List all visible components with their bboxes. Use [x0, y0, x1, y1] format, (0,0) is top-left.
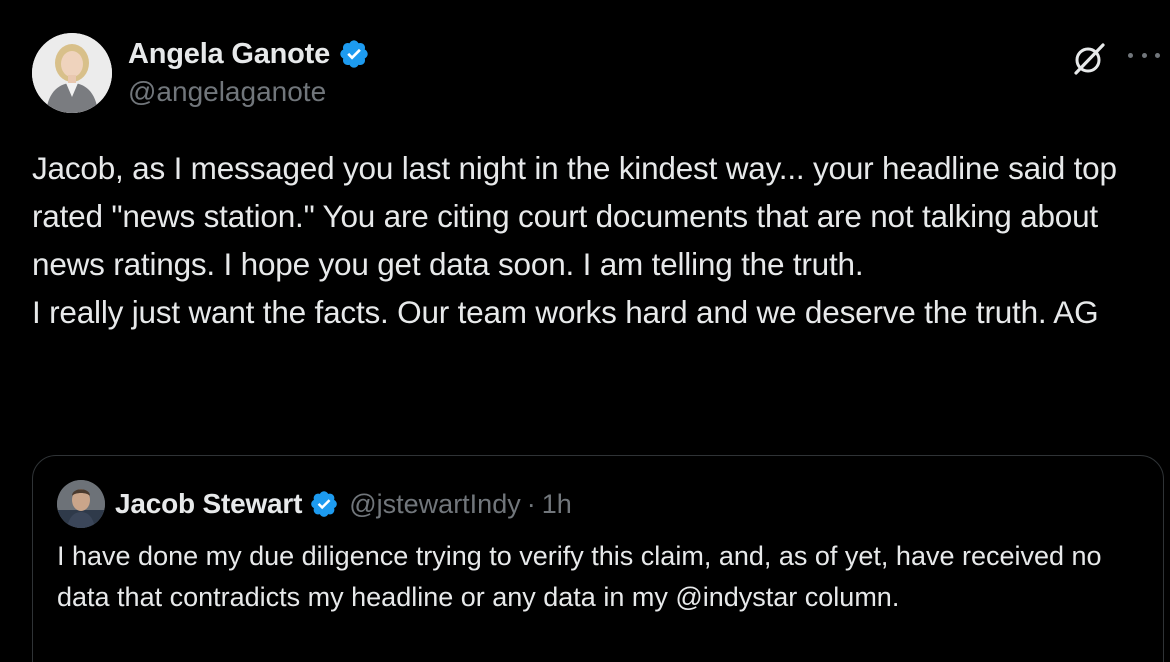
- quoted-author-handle[interactable]: @jstewartIndy: [349, 489, 520, 520]
- author-name-row: Angela Ganote: [128, 36, 370, 72]
- author-handle[interactable]: @angelaganote: [128, 76, 326, 108]
- quoted-post-time[interactable]: 1h: [542, 489, 572, 520]
- quoted-author-display-name[interactable]: Jacob Stewart: [115, 488, 302, 520]
- author-display-name[interactable]: Angela Ganote: [128, 38, 330, 71]
- quoted-author-avatar[interactable]: [57, 480, 105, 528]
- quoted-post[interactable]: Jacob Stewart @jstewartIndy · 1h I have …: [32, 455, 1164, 662]
- grok-icon[interactable]: [1070, 40, 1108, 78]
- post: Angela Ganote @angelaganote Jacob, as I …: [0, 0, 1170, 662]
- quoted-post-header: Jacob Stewart @jstewartIndy · 1h: [115, 484, 572, 524]
- quoted-verified-badge-icon[interactable]: [309, 489, 339, 519]
- separator-dot: ·: [526, 488, 536, 519]
- author-avatar[interactable]: [32, 33, 112, 113]
- more-options-icon[interactable]: [1128, 47, 1160, 63]
- post-text: Jacob, as I messaged you last night in t…: [32, 150, 1117, 330]
- quoted-post-text: I have done my due diligence trying to v…: [57, 541, 1110, 612]
- verified-badge-icon[interactable]: [338, 38, 370, 70]
